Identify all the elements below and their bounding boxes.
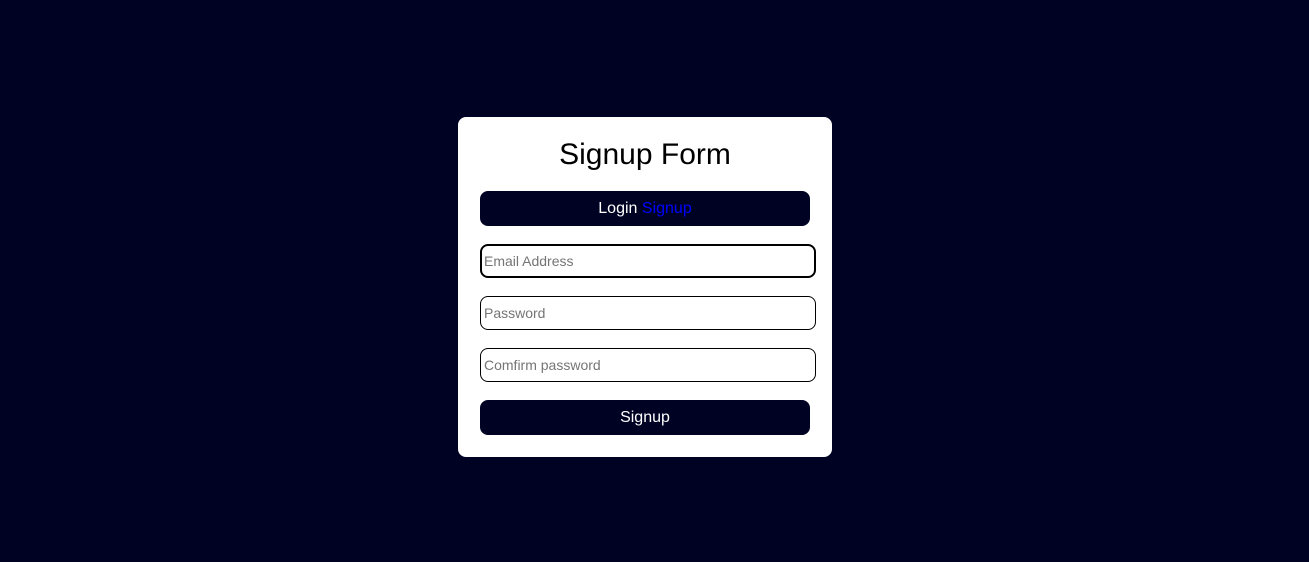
email-field[interactable]	[480, 244, 816, 278]
confirm-password-field[interactable]	[480, 348, 816, 382]
signup-tab[interactable]: Signup	[642, 200, 692, 217]
login-signup-toggle: Login Signup	[480, 191, 810, 226]
password-field[interactable]	[480, 296, 816, 330]
signup-form-card: Signup Form Login Signup Signup	[458, 117, 832, 457]
login-tab[interactable]: Login	[598, 200, 637, 217]
form-title: Signup Form	[559, 138, 731, 171]
signup-button[interactable]: Signup	[480, 400, 810, 435]
